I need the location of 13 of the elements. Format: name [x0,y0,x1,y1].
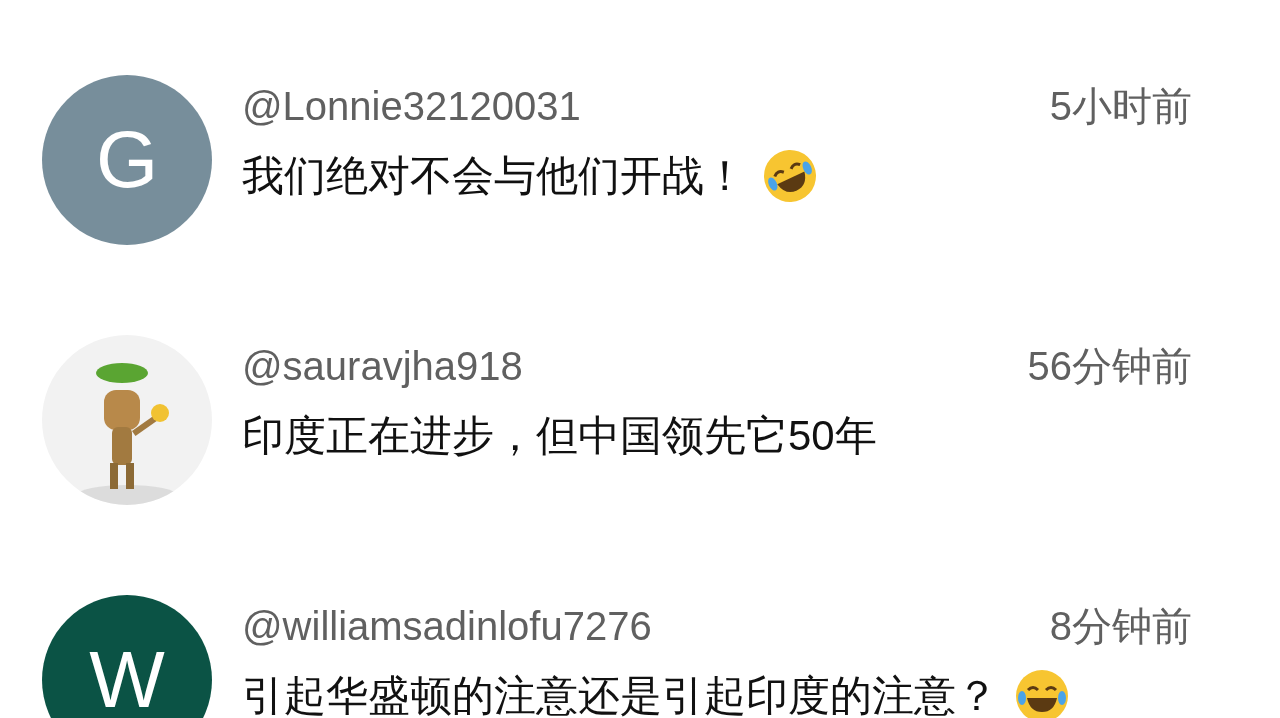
laughing-emoji-icon [762,148,818,204]
comment-text: 我们绝对不会与他们开战！ [242,151,746,201]
comment-text: 印度正在进步，但中国领先它50年 [242,411,877,461]
timestamp: 56分钟前 [1027,343,1192,390]
username[interactable]: @sauravjha918 [242,344,523,389]
avatar-letter: W [89,634,165,718]
comment-text: 引起华盛顿的注意还是引起印度的注意？ [242,671,998,718]
laughing-emoji-icon [1014,668,1070,718]
username[interactable]: @Lonnie32120031 [242,84,581,129]
username[interactable]: @williamsadinlofu7276 [242,604,652,649]
timestamp: 5小时前 [1049,83,1192,130]
timestamp: 8分钟前 [1049,603,1192,650]
avatar-letter: G [95,114,159,206]
